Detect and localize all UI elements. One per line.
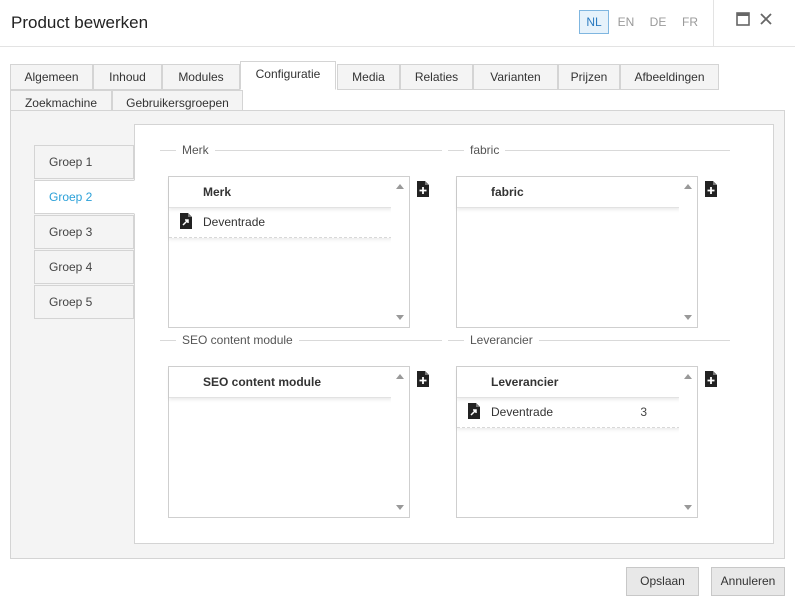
group-item-5[interactable]: Groep 5: [34, 285, 134, 319]
scrollbar[interactable]: [391, 177, 409, 327]
tab-configuratie[interactable]: Configuratie: [240, 61, 336, 90]
list-item-label: Deventrade: [203, 215, 266, 229]
tab-panel-configuratie: Groep 1 Groep 2 Groep 3 Groep 4 Groep 5 …: [10, 110, 785, 559]
lang-en[interactable]: EN: [611, 10, 641, 34]
section-label-merk: Merk: [176, 143, 215, 157]
scrollbar[interactable]: [391, 367, 409, 517]
scroll-up-arrow-icon[interactable]: [395, 372, 405, 380]
listbox-seo-content-module: SEO content module: [168, 366, 410, 518]
listbox-fabric: fabric: [456, 176, 698, 328]
document-link-icon: [468, 403, 480, 419]
scroll-down-arrow-icon[interactable]: [683, 314, 693, 322]
scroll-up-arrow-icon[interactable]: [683, 372, 693, 380]
tab-prijzen[interactable]: Prijzen: [558, 64, 620, 90]
scrollbar[interactable]: [679, 177, 697, 327]
listbox-header: Merk: [169, 177, 392, 208]
scroll-down-arrow-icon[interactable]: [395, 504, 405, 512]
tab-relaties[interactable]: Relaties: [400, 64, 473, 90]
tab-varianten[interactable]: Varianten: [473, 64, 558, 90]
group-item-2[interactable]: Groep 2: [34, 180, 135, 214]
scroll-down-arrow-icon[interactable]: [683, 504, 693, 512]
group-item-4[interactable]: Groep 4: [34, 250, 134, 284]
cancel-button[interactable]: Annuleren: [711, 567, 785, 596]
group-item-3[interactable]: Groep 3: [34, 215, 134, 249]
add-document-icon[interactable]: [416, 371, 430, 387]
listbox-header: Leverancier: [457, 367, 680, 398]
add-document-icon[interactable]: [704, 371, 718, 387]
window-title: Product bewerken: [11, 13, 149, 32]
listbox-merk: Merk Deventrade: [168, 176, 410, 328]
list-item-label: Deventrade: [491, 405, 554, 419]
lang-nl[interactable]: NL: [579, 10, 609, 34]
document-link-icon: [180, 213, 192, 229]
section-label-fabric: fabric: [464, 143, 506, 157]
scroll-up-arrow-icon[interactable]: [683, 182, 693, 190]
listbox-leverancier: Leverancier Deventrade 3: [456, 366, 698, 518]
tab-modules[interactable]: Modules: [162, 64, 240, 90]
scroll-up-arrow-icon[interactable]: [395, 182, 405, 190]
tab-afbeeldingen[interactable]: Afbeeldingen: [620, 64, 719, 90]
section-label-seo-content-module: SEO content module: [176, 333, 299, 347]
add-document-icon[interactable]: [704, 181, 718, 197]
lang-de[interactable]: DE: [643, 10, 673, 34]
group-content: Merk Merk Deventrade fabric fabric SEO c…: [134, 124, 774, 544]
lang-fr[interactable]: FR: [675, 10, 705, 34]
save-button[interactable]: Opslaan: [626, 567, 699, 596]
tab-algemeen[interactable]: Algemeen: [10, 64, 93, 90]
tab-media[interactable]: Media: [337, 64, 400, 90]
list-item[interactable]: Deventrade 3: [457, 398, 680, 428]
list-item-count: 3: [640, 405, 647, 419]
maximize-icon[interactable]: [736, 12, 754, 30]
titlebar-divider: [713, 0, 714, 46]
add-document-icon[interactable]: [416, 181, 430, 197]
language-switcher: NL EN DE FR: [579, 10, 707, 34]
close-icon[interactable]: [759, 12, 777, 30]
scroll-down-arrow-icon[interactable]: [395, 314, 405, 322]
scrollbar[interactable]: [679, 367, 697, 517]
window-titlebar: Product bewerken NL EN DE FR: [0, 0, 795, 47]
section-label-leverancier: Leverancier: [464, 333, 539, 347]
listbox-header: SEO content module: [169, 367, 392, 398]
tab-inhoud[interactable]: Inhoud: [93, 64, 162, 90]
group-item-1[interactable]: Groep 1: [34, 145, 134, 179]
list-item[interactable]: Deventrade: [169, 208, 392, 238]
listbox-header: fabric: [457, 177, 680, 208]
